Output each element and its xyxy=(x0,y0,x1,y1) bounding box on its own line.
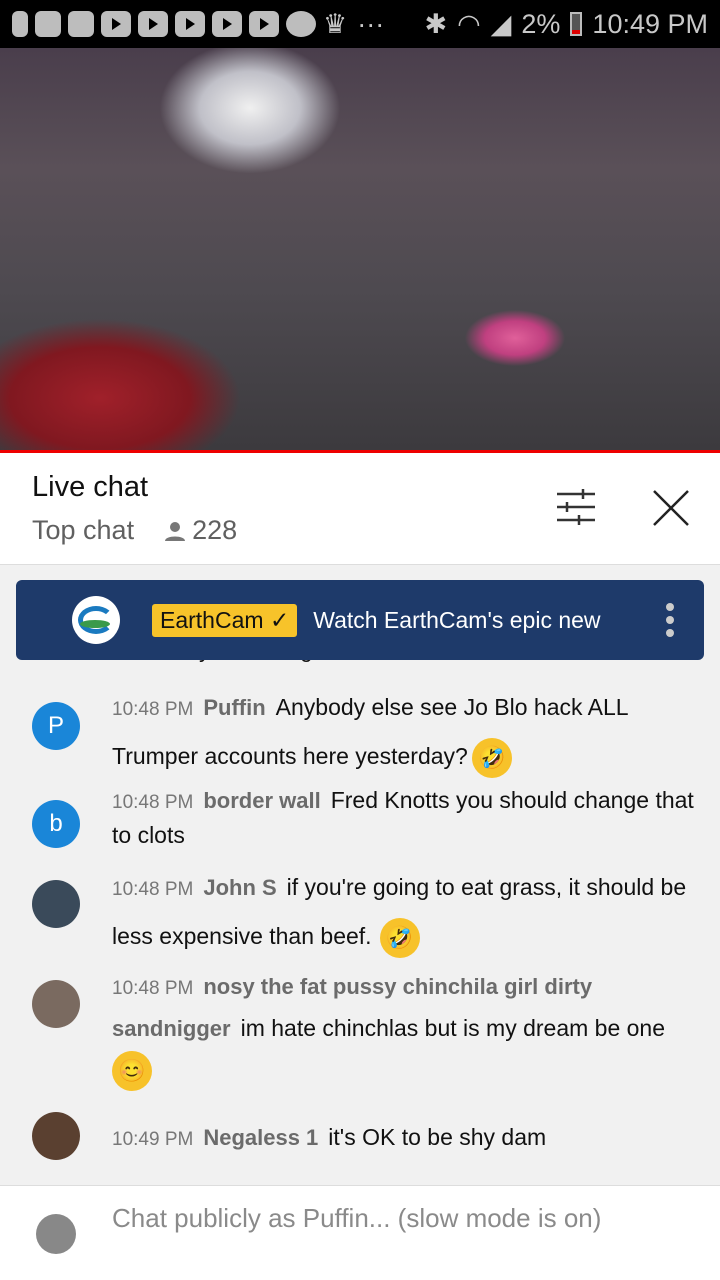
avatar[interactable]: b xyxy=(32,800,80,848)
m-app-icon xyxy=(286,11,316,37)
battery-icon xyxy=(570,12,583,36)
avatar[interactable] xyxy=(32,880,80,928)
message-author[interactable]: Puffin xyxy=(203,695,265,720)
youtube-icon xyxy=(175,11,205,37)
earthcam-logo xyxy=(72,596,120,644)
message-time: 10:48 PM xyxy=(112,792,194,813)
emoji-picker-icon[interactable] xyxy=(36,1214,76,1254)
viewer-count-value: 228 xyxy=(192,515,238,545)
pinned-message-banner[interactable]: EarthCam ✓ Watch EarthCam's epic new xyxy=(16,580,704,660)
youtube-icon xyxy=(138,11,168,37)
chat-header: Live chat Top chat 228 xyxy=(0,453,720,565)
message-author[interactable]: border wall xyxy=(203,788,320,813)
message-author[interactable]: John S xyxy=(203,875,276,900)
signal-icon: ◢ xyxy=(490,8,512,39)
channel-badge: EarthCam ✓ xyxy=(152,603,298,637)
wifi-icon: ◠ xyxy=(457,8,481,39)
youtube-icon xyxy=(101,11,131,37)
battery-percent: 2% xyxy=(521,8,561,39)
message-icon xyxy=(68,11,94,37)
filter-settings-icon[interactable] xyxy=(555,489,597,525)
chat-list[interactable]: what they are doing P 10:48 PMPuffinAnyb… xyxy=(0,640,720,1185)
alert-icon xyxy=(12,11,28,37)
message-alert-icon xyxy=(35,11,61,37)
channel-name: EarthCam xyxy=(160,606,264,633)
status-bar: ♛ ··· ✱ ◠ ◢ 2% 10:49 PM xyxy=(0,0,720,48)
bluetooth-icon: ✱ xyxy=(424,8,448,39)
close-icon[interactable] xyxy=(652,489,690,527)
youtube-icon xyxy=(249,11,279,37)
message-author[interactable]: Negaless 1 xyxy=(203,1125,318,1150)
message-time: 10:49 PM xyxy=(112,1129,194,1150)
message-text: im hate chinchlas but is my dream be one xyxy=(240,1015,666,1041)
crown-icon: ♛ xyxy=(323,8,348,39)
avatar[interactable] xyxy=(32,1112,80,1160)
chat-input[interactable]: Chat publicly as Puffin... (slow mode is… xyxy=(112,1202,672,1234)
message-time: 10:48 PM xyxy=(112,699,194,720)
youtube-icon xyxy=(212,11,242,37)
rofl-emoji-icon: 🤣 xyxy=(471,737,512,778)
avatar[interactable] xyxy=(32,980,80,1028)
message-text: it's OK to be shy dam xyxy=(328,1124,547,1150)
clock: 10:49 PM xyxy=(592,8,708,39)
smile-emoji-icon: 😊 xyxy=(112,1051,152,1091)
more-notifications-icon: ··· xyxy=(357,8,385,39)
video-player[interactable] xyxy=(0,48,720,450)
message-text: Fred Knotts you should change that to cl… xyxy=(112,787,694,848)
chat-mode-selector[interactable]: Top chat xyxy=(32,515,134,546)
viewer-count: 228 xyxy=(164,515,237,546)
message-time: 10:48 PM xyxy=(112,978,194,999)
person-icon xyxy=(165,521,186,541)
rofl-emoji-icon: 🤣 xyxy=(379,917,420,958)
pinned-text: Watch EarthCam's epic new xyxy=(313,606,601,633)
chat-title: Live chat xyxy=(32,471,149,503)
more-options-icon[interactable] xyxy=(666,603,674,637)
message-time: 10:48 PM xyxy=(112,879,194,900)
avatar[interactable]: P xyxy=(32,702,80,750)
verified-icon: ✓ xyxy=(269,606,290,633)
chat-input-bar: Chat publicly as Puffin... (slow mode is… xyxy=(0,1185,720,1280)
